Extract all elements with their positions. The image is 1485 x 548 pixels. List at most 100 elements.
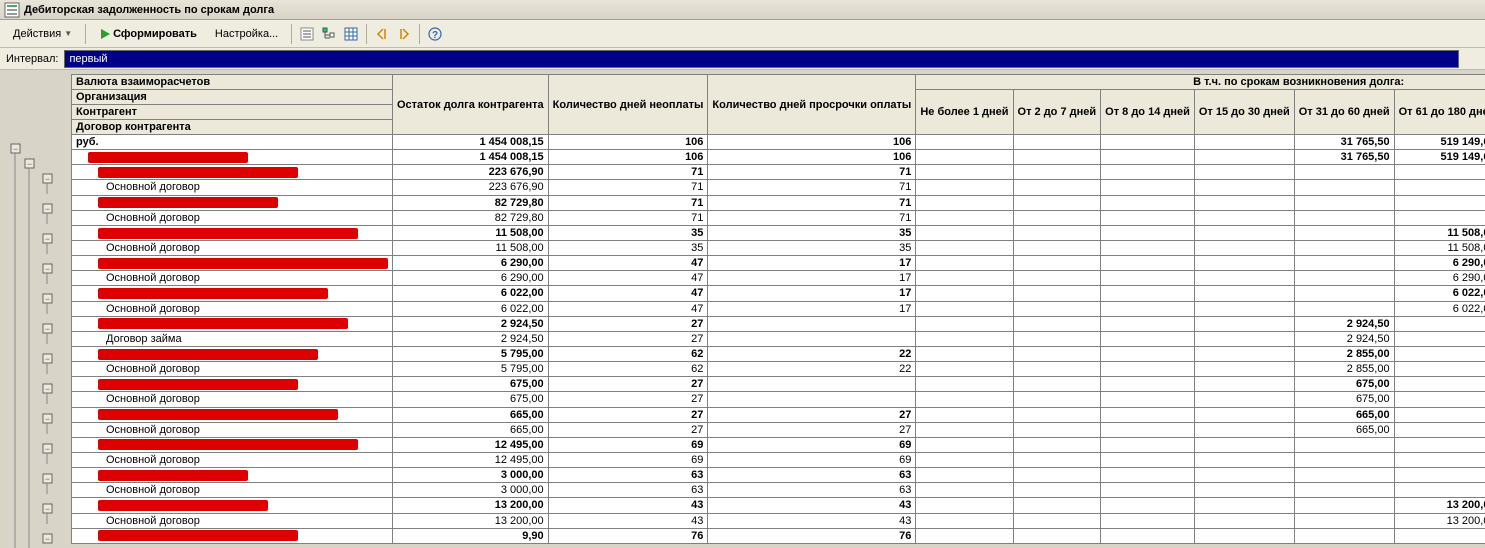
cell-a2 <box>1013 468 1101 483</box>
cell-a5 <box>1294 195 1394 210</box>
toolbar: Действия▼ Сформировать Настройка... ? <box>0 20 1485 48</box>
grid-icon[interactable] <box>340 23 362 45</box>
header-balance: Остаток долга контрагента <box>393 75 549 135</box>
cell-a5 <box>1294 483 1394 498</box>
table-row[interactable]: 11 508,00353511 508,00 <box>72 225 1485 240</box>
row-label: Основной договор <box>106 393 200 405</box>
row-name-cell <box>72 256 393 271</box>
cell-a1 <box>916 240 1013 255</box>
cell-a1 <box>916 422 1013 437</box>
table-row[interactable]: 3 000,0063633 000,00 <box>72 468 1485 483</box>
svg-text:−: − <box>45 354 50 364</box>
row-name-cell: Основной договор <box>72 240 393 255</box>
cell-overdue: 35 <box>708 225 916 240</box>
cell-a5 <box>1294 498 1394 513</box>
cell-a4 <box>1194 483 1294 498</box>
table-row[interactable]: Основной договор6 022,0047176 022,00 <box>72 301 1485 316</box>
table-row[interactable]: Основной договор6 290,0047176 290,00 <box>72 271 1485 286</box>
cell-a5 <box>1294 286 1394 301</box>
cell-a2 <box>1013 135 1101 150</box>
cell-overdue: 71 <box>708 165 916 180</box>
table-row[interactable]: Основной договор675,0027675,00 <box>72 392 1485 407</box>
cell-balance: 6 022,00 <box>393 301 549 316</box>
play-icon <box>99 28 111 40</box>
table-row[interactable]: 5 795,0062222 855,002 940,00 <box>72 346 1485 361</box>
table-row[interactable]: 223 676,907171223 676,90 <box>72 165 1485 180</box>
cell-a5 <box>1294 528 1394 543</box>
table-row[interactable]: 665,002727665,00 <box>72 407 1485 422</box>
restore-right-icon[interactable] <box>393 23 415 45</box>
cell-a1 <box>916 135 1013 150</box>
cell-a5: 2 924,50 <box>1294 331 1394 346</box>
cell-a3 <box>1101 513 1195 528</box>
help-icon[interactable]: ? <box>424 23 446 45</box>
table-body: руб.1 454 008,1510610631 765,50519 149,6… <box>72 135 1485 544</box>
table-row[interactable]: 675,0027675,00 <box>72 377 1485 392</box>
cell-balance: 675,00 <box>393 392 549 407</box>
cell-a4 <box>1194 271 1294 286</box>
table-row[interactable]: руб.1 454 008,1510610631 765,50519 149,6… <box>72 135 1485 150</box>
table-row[interactable]: 6 290,0047176 290,00 <box>72 256 1485 271</box>
table-row[interactable]: Договор займа2 924,50272 924,50 <box>72 331 1485 346</box>
cell-a1 <box>916 165 1013 180</box>
cell-a1 <box>916 271 1013 286</box>
cell-a4 <box>1194 513 1294 528</box>
table-row[interactable]: 1 454 008,1510610631 765,50519 149,64903… <box>72 150 1485 165</box>
cell-overdue: 22 <box>708 346 916 361</box>
table-row[interactable]: Основной договор11 508,00353511 508,00 <box>72 240 1485 255</box>
row-name-cell: Основной договор <box>72 180 393 195</box>
cell-a2 <box>1013 437 1101 452</box>
tree-outline[interactable]: − − − − − − − − − − − − − − − <box>3 74 71 548</box>
cell-a6 <box>1394 180 1485 195</box>
cell-a6 <box>1394 346 1485 361</box>
cell-a2 <box>1013 256 1101 271</box>
cell-a6 <box>1394 362 1485 377</box>
row-name-cell <box>72 528 393 543</box>
table-row[interactable]: Основной договор223 676,907171223 676,90 <box>72 180 1485 195</box>
table-row[interactable]: Основной договор82 729,80717182 729,80 <box>72 210 1485 225</box>
settings-button[interactable]: Настройка... <box>206 25 287 43</box>
cell-a2 <box>1013 362 1101 377</box>
cell-a3 <box>1101 498 1195 513</box>
cell-overdue: 69 <box>708 452 916 467</box>
cell-a4 <box>1194 301 1294 316</box>
tree-icon[interactable] <box>318 23 340 45</box>
table-row[interactable]: Основной договор5 795,0062222 855,002 94… <box>72 362 1485 377</box>
table-row[interactable]: Основной договор3 000,0063633 000,00 <box>72 483 1485 498</box>
list-icon[interactable] <box>296 23 318 45</box>
cell-balance: 5 795,00 <box>393 362 549 377</box>
svg-text:−: − <box>45 504 50 514</box>
svg-text:−: − <box>27 159 32 169</box>
cell-a3 <box>1101 225 1195 240</box>
cell-overdue: 27 <box>708 407 916 422</box>
cell-balance: 12 495,00 <box>393 437 549 452</box>
svg-text:−: − <box>45 534 50 544</box>
cell-unpaid: 106 <box>548 135 708 150</box>
table-row[interactable]: 2 924,50272 924,50 <box>72 316 1485 331</box>
table-row[interactable]: Основной договор12 495,00696912 495,00 <box>72 452 1485 467</box>
cell-unpaid: 27 <box>548 316 708 331</box>
table-row[interactable]: 6 022,0047176 022,00 <box>72 286 1485 301</box>
cell-a1 <box>916 498 1013 513</box>
table-row[interactable]: Основной договор13 200,00434313 200,00 <box>72 513 1485 528</box>
cell-a3 <box>1101 452 1195 467</box>
table-row[interactable]: 9,9076769,90 <box>72 528 1485 543</box>
cell-a2 <box>1013 407 1101 422</box>
redacted-text <box>98 288 328 299</box>
restore-left-icon[interactable] <box>371 23 393 45</box>
cell-a4 <box>1194 240 1294 255</box>
cell-a6: 13 200,00 <box>1394 513 1485 528</box>
row-label: Основной договор <box>106 181 200 193</box>
actions-menu[interactable]: Действия▼ <box>4 25 81 43</box>
form-button[interactable]: Сформировать <box>90 25 206 43</box>
cell-a4 <box>1194 286 1294 301</box>
table-row[interactable]: 13 200,00434313 200,00 <box>72 498 1485 513</box>
table-row[interactable]: 82 729,80717182 729,80 <box>72 195 1485 210</box>
cell-a2 <box>1013 528 1101 543</box>
cell-a2 <box>1013 452 1101 467</box>
table-row[interactable]: 12 495,00696912 495,00 <box>72 437 1485 452</box>
table-row[interactable]: Основной договор665,002727665,00 <box>72 422 1485 437</box>
interval-input[interactable] <box>64 50 1459 68</box>
cell-balance: 12 495,00 <box>393 452 549 467</box>
cell-balance: 675,00 <box>393 377 549 392</box>
